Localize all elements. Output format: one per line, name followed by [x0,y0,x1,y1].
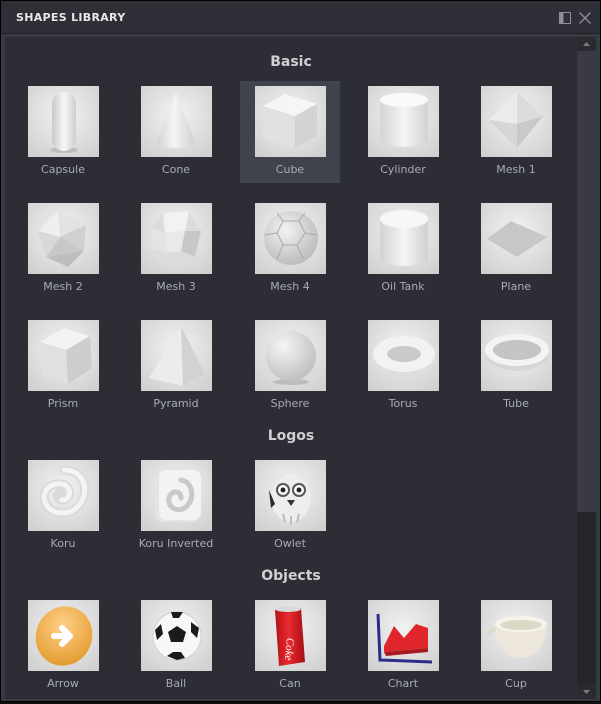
shape-item-chart[interactable]: Chart [353,595,453,697]
shapes-library-panel: SHAPES LIBRARY Basic Capsule Cone Cube C… [0,0,601,702]
shape-label: Ball [165,677,187,690]
shape-item-sphere[interactable]: Sphere [240,315,340,417]
tube-icon [481,320,552,391]
section-title-objects: Objects [261,568,321,584]
shape-item-pyramid[interactable]: Pyramid [126,315,226,417]
close-icon [579,12,591,24]
shape-label: Capsule [41,163,85,176]
koru-icon [28,460,99,531]
shape-label: Cup [505,677,527,690]
shapes-list[interactable]: Basic Capsule Cone Cube Cylinder Mesh 1 … [5,37,577,699]
can-icon: Coke [255,600,326,671]
shape-label: Oil Tank [381,280,425,293]
shape-item-plane[interactable]: Plane [466,198,566,300]
shape-label: Sphere [270,397,310,410]
pyramid-icon [141,320,212,391]
shape-label: Mesh 2 [43,280,83,293]
shape-label: Cylinder [380,163,426,176]
section-title-basic: Basic [270,54,312,70]
shape-label: Pyramid [153,397,199,410]
shape-label: Cone [161,163,191,176]
chart-icon [368,600,439,671]
shape-item-capsule[interactable]: Capsule [13,81,113,183]
shape-label: Arrow [47,677,79,690]
shape-label: Prism [47,397,79,410]
shape-label: Mesh 3 [156,280,196,293]
cup-icon [481,600,552,671]
plane-icon [481,203,552,274]
shape-label: Koru [50,537,76,550]
shape-item-cone[interactable]: Cone [126,81,226,183]
oil-tank-icon [368,203,439,274]
prism-icon [28,320,99,391]
shape-item-cup[interactable]: Cup [466,595,566,697]
scrollbar-thumb[interactable] [577,51,596,512]
shape-item-tube[interactable]: Tube [466,315,566,417]
cube-icon [255,86,326,157]
arrow-icon [28,600,99,671]
capsule-icon [28,86,99,157]
koru-inverted-icon [141,460,212,531]
title-bar: SHAPES LIBRARY [1,1,600,34]
vertical-scrollbar[interactable] [577,37,596,699]
cone-icon [141,86,212,157]
scroll-up-button[interactable] [577,37,596,51]
torus-icon [368,320,439,391]
shape-label: Can [279,677,301,690]
shape-label: Plane [500,280,532,293]
shape-label: Torus [388,397,418,410]
caret-up-icon [583,42,590,46]
shape-item-can[interactable]: Coke Can [240,595,340,697]
shape-item-mesh-2[interactable]: Mesh 2 [13,198,113,300]
shape-item-torus[interactable]: Torus [353,315,453,417]
mesh-2-icon [28,203,99,274]
shape-item-arrow[interactable]: Arrow [13,595,113,697]
panel-title: SHAPES LIBRARY [16,11,126,24]
shape-item-owlet[interactable]: Owlet [240,455,340,557]
shape-item-cube[interactable]: Cube [240,81,340,183]
cylinder-icon [368,86,439,157]
mesh-4-icon [255,203,326,274]
scroll-down-button[interactable] [577,685,596,699]
shape-label: Mesh 1 [496,163,536,176]
shape-item-oil-tank[interactable]: Oil Tank [353,198,453,300]
sphere-icon [255,320,326,391]
ball-icon [141,600,212,671]
shape-label: Tube [503,397,529,410]
shape-item-mesh-1[interactable]: Mesh 1 [466,81,566,183]
owlet-icon [255,460,326,531]
shape-label: Cube [275,163,305,176]
mesh-3-icon [141,203,212,274]
dock-icon [559,12,571,24]
shape-item-prism[interactable]: Prism [13,315,113,417]
shape-item-mesh-4[interactable]: Mesh 4 [240,198,340,300]
can-brand-text: Coke [282,637,296,661]
shape-item-koru[interactable]: Koru [13,455,113,557]
shape-label: Mesh 4 [270,280,310,293]
shape-label: Owlet [274,537,306,550]
caret-down-icon [583,690,590,694]
shape-label: Koru Inverted [138,537,214,550]
shape-item-koru-inverted[interactable]: Koru Inverted [126,455,226,557]
close-button[interactable] [578,10,592,24]
dock-panel-button[interactable] [558,10,572,24]
section-title-logos: Logos [267,428,315,444]
shape-item-cylinder[interactable]: Cylinder [353,81,453,183]
shape-label: Chart [387,677,419,690]
mesh-1-icon [481,86,552,157]
shape-item-ball[interactable]: Ball [126,595,226,697]
shape-item-mesh-3[interactable]: Mesh 3 [126,198,226,300]
